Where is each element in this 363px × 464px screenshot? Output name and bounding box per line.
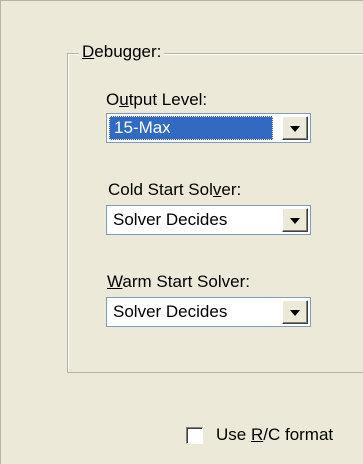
output-level-label-pre: O	[106, 90, 120, 109]
options-panel: Debugger: Output Level: 15-Max Cold Star…	[0, 0, 363, 464]
debugger-title-mnemonic: D	[82, 42, 95, 61]
debugger-title-text: ebugger:	[94, 42, 162, 61]
output-level-value: 15-Max	[109, 116, 273, 140]
output-level-combobox[interactable]: 15-Max	[106, 113, 311, 143]
cold-start-solver-value: Solver Decides	[113, 210, 228, 229]
chevron-down-icon	[290, 310, 300, 316]
debugger-group-title: Debugger:	[79, 41, 165, 63]
cold-start-solver-label: Cold Start Solver:	[108, 179, 241, 201]
cold-start-solver-combobox[interactable]: Solver Decides	[106, 205, 311, 235]
rc-format-label-pre: Use	[216, 425, 251, 444]
rc-format-label-mnemonic: R	[250, 425, 264, 444]
warm-start-label-post: arm Start Solver:	[122, 272, 250, 291]
cold-start-label-post: er:	[221, 180, 242, 199]
warm-start-solver-label: Warm Start Solver:	[107, 271, 250, 293]
cold-start-label-pre: Cold Start Sol	[108, 180, 213, 199]
rc-format-checkbox[interactable]	[186, 427, 203, 444]
output-level-dropdown-button[interactable]	[282, 116, 308, 140]
output-level-label: Output Level:	[106, 89, 207, 111]
warm-start-solver-combobox[interactable]: Solver Decides	[106, 297, 311, 327]
rc-format-label-post: /C format	[263, 425, 334, 444]
output-level-label-mnemonic: u	[119, 90, 129, 109]
warm-start-dropdown-button[interactable]	[282, 300, 308, 324]
rc-format-label[interactable]: Use R/C format	[216, 424, 333, 446]
chevron-down-icon	[290, 218, 300, 224]
cold-start-dropdown-button[interactable]	[282, 208, 308, 232]
warm-start-solver-value: Solver Decides	[113, 302, 228, 321]
output-level-label-post: tput Level:	[128, 90, 208, 109]
warm-start-label-mnemonic: W	[107, 272, 123, 291]
chevron-down-icon	[290, 126, 300, 132]
